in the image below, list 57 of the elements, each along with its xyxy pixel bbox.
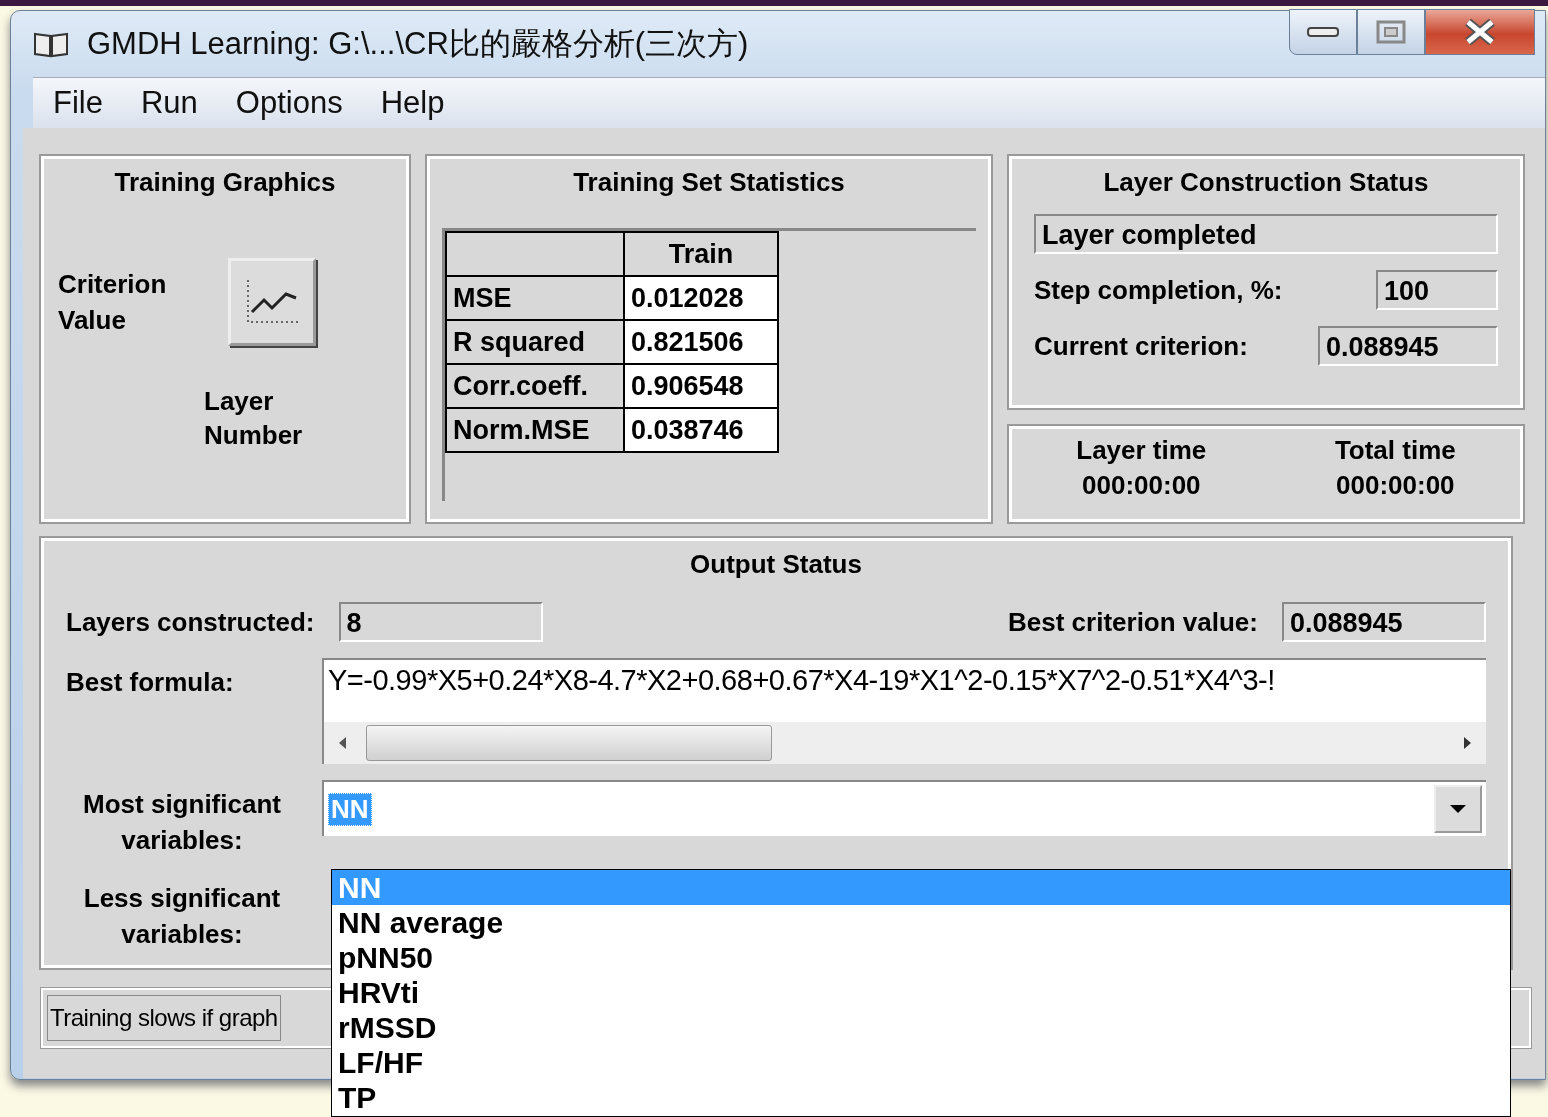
close-button[interactable]: [1425, 9, 1535, 55]
maximize-icon: [1376, 20, 1406, 44]
dropdown-option[interactable]: HRVti: [332, 975, 1510, 1010]
book-icon: [33, 30, 69, 58]
status-field: Layer completed: [1034, 214, 1498, 254]
layers-field: 8: [338, 602, 543, 642]
chart-button[interactable]: [228, 258, 316, 346]
minimize-icon: [1306, 26, 1340, 38]
field-label: Most significant variables:: [82, 788, 282, 857]
best-criterion-field: 0.088945: [1282, 602, 1486, 642]
row-header: Corr.coeff.: [446, 364, 624, 408]
table-cell: 0.906548: [624, 364, 778, 408]
field-label: Current criterion:: [1034, 330, 1248, 362]
minimize-button[interactable]: [1289, 9, 1357, 55]
menu-item[interactable]: Options: [235, 85, 343, 121]
field-label: Step completion, %:: [1034, 274, 1283, 306]
dropdown-option[interactable]: NN average: [332, 905, 1510, 940]
time-value: 000:00:00: [1336, 470, 1455, 501]
panel-title: Training Graphics: [114, 167, 336, 198]
panel-title: Output Status: [690, 549, 862, 580]
criterion-field: 0.088945: [1318, 326, 1498, 366]
table-cell: 0.821506: [624, 320, 778, 364]
panel-title: Training Set Statistics: [573, 167, 845, 198]
selected-value: NN: [328, 792, 372, 826]
column-header: Train: [624, 232, 778, 276]
field-label: Best formula:: [66, 666, 235, 699]
status-text: Training slows if graph: [47, 995, 281, 1041]
scrollbar-thumb[interactable]: [366, 725, 772, 761]
panel-title: Layer Construction Status: [1103, 167, 1429, 198]
row-header: MSE: [446, 276, 624, 320]
row-header: R squared: [446, 320, 624, 364]
menu-item[interactable]: Run: [140, 85, 198, 121]
caret-icon: [1449, 804, 1467, 814]
dropdown-option[interactable]: rMSSD: [332, 1010, 1510, 1045]
field-label: Best criterion value:: [1008, 606, 1258, 638]
menu-item[interactable]: Help: [380, 85, 445, 121]
dropdown-button[interactable]: [1434, 785, 1482, 833]
time-label: Total time: [1334, 435, 1456, 466]
field-label: Layers constructed:: [66, 606, 315, 638]
dropdown-option[interactable]: TP: [332, 1080, 1510, 1115]
row-header: Norm.MSE: [446, 408, 624, 452]
dropdown-option[interactable]: pNN50: [332, 940, 1510, 975]
axis-label: Criterion Value: [58, 268, 168, 337]
field-label: Less significant variables:: [82, 882, 282, 951]
dropdown-option[interactable]: LF/HF: [332, 1045, 1510, 1080]
table-cell: 0.012028: [624, 276, 778, 320]
window-title: GMDH Learning: G:\...\CR比的嚴格分析(三次方): [87, 25, 749, 63]
time-label: Layer time: [1076, 435, 1207, 466]
menu-item[interactable]: File: [53, 85, 103, 121]
step-field: 100: [1376, 270, 1498, 310]
axis-label: Layer Number: [204, 385, 304, 452]
horizontal-scrollbar[interactable]: [324, 722, 1486, 764]
time-value: 000:00:00: [1082, 470, 1201, 501]
close-icon: [1463, 19, 1497, 45]
table-cell: 0.038746: [624, 408, 778, 452]
maximize-button[interactable]: [1357, 9, 1425, 55]
formula-text: Y=-0.99*X5+0.24*X8-4.7*X2+0.68+0.67*X4-19*X1^2-0.15*X7^2-0.51*X4^3-!: [327, 663, 1276, 698]
